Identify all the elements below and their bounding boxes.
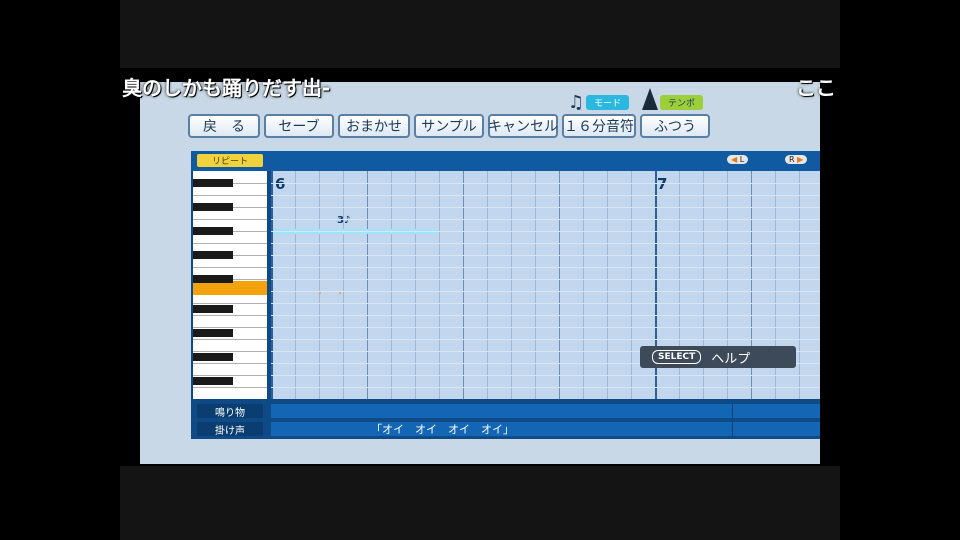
key-divider — [193, 363, 267, 364]
editor-header: リピート ◀ L R ▶ — [191, 151, 820, 171]
grid-row-line — [271, 279, 820, 280]
track-label: 鳴り物 — [197, 404, 263, 419]
grid-column-line — [535, 171, 536, 399]
key-divider — [193, 195, 267, 196]
note-marker[interactable]: 3♪ — [337, 215, 350, 226]
overlay-comment-right: ここ — [796, 76, 836, 100]
grid-row-line — [271, 315, 820, 316]
grid-row-line — [271, 339, 820, 340]
track-row-chants[interactable]: 掛け声 「オイ オイ オイ オイ」 — [191, 421, 820, 437]
scroll-right-label: R — [789, 155, 795, 164]
bottom-band — [120, 466, 840, 540]
track-content[interactable] — [271, 404, 820, 418]
key-divider — [193, 219, 267, 220]
scroll-right-button[interactable]: R ▶ — [785, 155, 808, 164]
grid-row-line — [271, 267, 820, 268]
key-divider — [193, 303, 267, 304]
grid-row-line — [271, 207, 820, 208]
sample-button[interactable]: サンプル — [414, 114, 484, 138]
grid-row-line — [271, 303, 820, 304]
measure-number: 7 — [657, 175, 668, 193]
grid-column-line — [607, 171, 608, 399]
black-key[interactable] — [193, 275, 233, 283]
grid-row-line — [271, 291, 820, 292]
black-key[interactable] — [193, 179, 233, 187]
help-hint[interactable]: SELECT ヘルプ — [640, 346, 796, 368]
key-divider — [193, 267, 267, 268]
black-key[interactable] — [193, 377, 233, 385]
track-content[interactable]: 「オイ オイ オイ オイ」 — [271, 422, 820, 436]
measure-number: 6 — [275, 175, 286, 193]
speed-button[interactable]: ふつう — [640, 114, 710, 138]
sequencer-editor: リピート ◀ L R ▶ 6 7 3♪ ・・ 鳴り物 掛け声 「オイ オイ オイ… — [191, 151, 820, 439]
metronome-icon — [642, 88, 658, 110]
grid-column-line — [511, 171, 512, 399]
select-button-icon: SELECT — [652, 350, 702, 364]
chant-text: 「オイ オイ オイ オイ」 — [371, 423, 514, 436]
overlay-comment-left: 臭のしかも踊りだす出- — [122, 76, 331, 100]
auto-button[interactable]: おまかせ — [338, 114, 410, 138]
grid-column-line — [631, 171, 632, 399]
grid-row-line — [271, 231, 820, 232]
grid-column-line — [799, 171, 800, 399]
tempo-indicator[interactable]: テンポ — [642, 88, 704, 110]
black-key[interactable] — [193, 329, 233, 337]
mode-label: モード — [586, 95, 630, 110]
note-dots: ・・ — [315, 289, 355, 300]
lower-tracks: 鳴り物 掛け声 「オイ オイ オイ オイ」 — [191, 401, 820, 439]
grid-column-line — [295, 171, 296, 399]
key-divider — [193, 243, 267, 244]
key-divider — [193, 315, 267, 316]
grid-column-line — [559, 171, 560, 399]
grid-column-line — [487, 171, 488, 399]
track-row-instruments[interactable]: 鳴り物 — [191, 403, 820, 419]
save-button[interactable]: セーブ — [264, 114, 334, 138]
arrow-right-icon: ▶ — [797, 155, 804, 164]
note-length-button[interactable]: １６分音符 — [562, 114, 636, 138]
grid-row-line — [271, 243, 820, 244]
black-key[interactable] — [193, 227, 233, 235]
repeat-button[interactable]: リピート — [197, 154, 263, 167]
key-divider — [193, 387, 267, 388]
black-key[interactable] — [193, 203, 233, 211]
grid-column-line — [391, 171, 392, 399]
arrow-left-icon: ◀ — [731, 155, 738, 164]
grid-row-line — [271, 183, 820, 184]
music-note-icon: ♫ — [568, 92, 585, 113]
grid-column-line — [583, 171, 584, 399]
black-key[interactable] — [193, 305, 233, 313]
key-divider — [193, 351, 267, 352]
key-divider — [193, 375, 267, 376]
toolbar: 戻 る セーブ おまかせ サンプル キャンセル １６分音符 ふつう — [188, 114, 710, 138]
black-key[interactable] — [193, 353, 233, 361]
mode-indicator[interactable]: ♫ モード — [568, 92, 630, 113]
help-label: ヘルプ — [711, 351, 751, 367]
grid-row-line — [271, 219, 820, 220]
grid-column-line — [271, 171, 273, 399]
tempo-label: テンポ — [660, 95, 704, 110]
grid-column-line — [415, 171, 416, 399]
grid-row-line — [271, 255, 820, 256]
grid-column-line — [439, 171, 440, 399]
back-button[interactable]: 戻 る — [188, 114, 260, 138]
black-key[interactable] — [193, 251, 233, 259]
grid-column-line — [463, 171, 464, 399]
piano-keyboard[interactable] — [193, 171, 269, 399]
cancel-button[interactable]: キャンセル — [488, 114, 558, 138]
grid-row-line — [271, 327, 820, 328]
key-divider — [193, 327, 267, 328]
grid-row-line — [271, 387, 820, 388]
top-band — [120, 0, 840, 68]
grid-row-line — [271, 375, 820, 376]
letterbox-right — [840, 0, 960, 540]
letterbox-left — [0, 0, 120, 540]
key-divider — [193, 339, 267, 340]
scroll-left-label: L — [739, 155, 745, 164]
track-label: 掛け声 — [197, 422, 263, 437]
grid-column-line — [367, 171, 368, 399]
grid-row-line — [271, 195, 820, 196]
highlighted-key[interactable] — [193, 281, 267, 296]
scroll-left-button[interactable]: ◀ L — [727, 155, 749, 164]
